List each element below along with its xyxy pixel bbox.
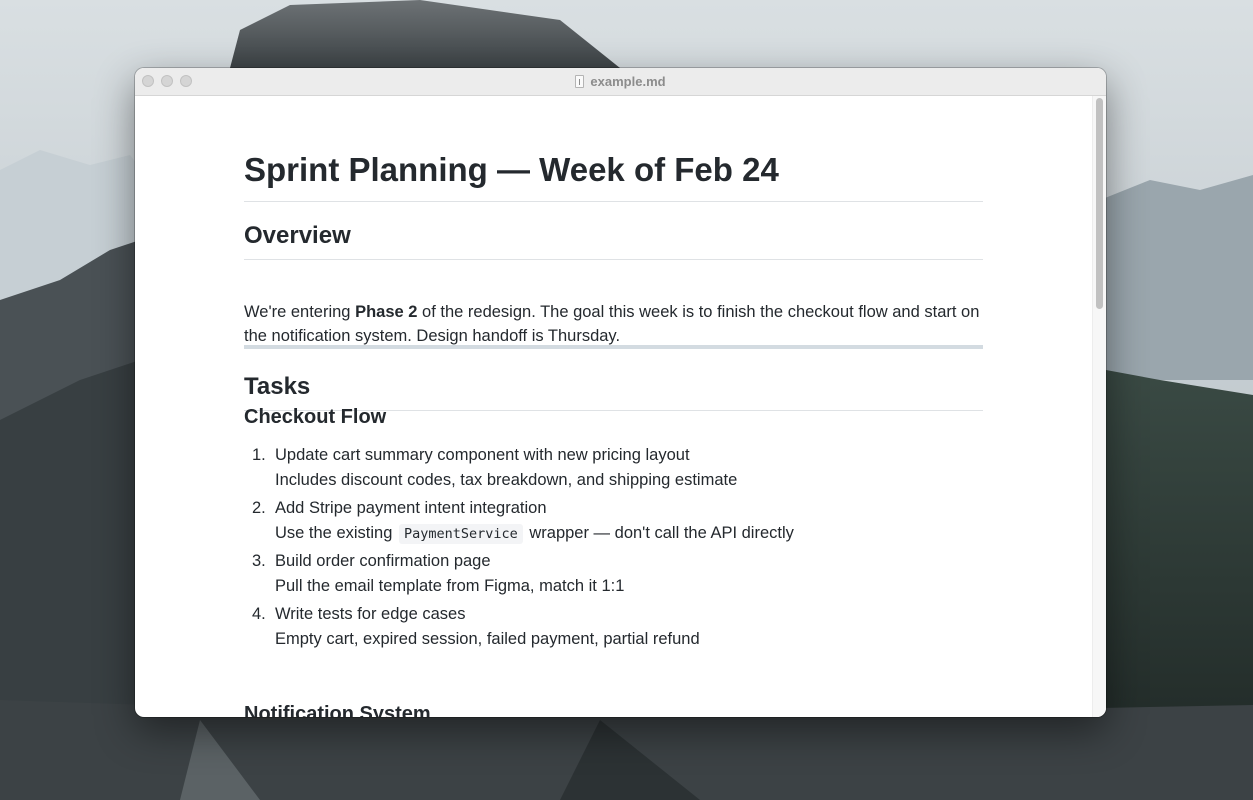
vertical-scrollbar[interactable]	[1092, 96, 1106, 717]
list-item-body: Add Stripe payment intent integration Us…	[275, 496, 975, 546]
list-item-number: 1.	[252, 446, 266, 464]
checkout-task-list: 1. Update cart summary component with ne…	[244, 443, 983, 655]
document-title: Sprint Planning — Week of Feb 24	[244, 150, 983, 202]
list-item-number: 3.	[252, 552, 266, 570]
list-item-title: Add Stripe payment intent integration	[275, 499, 547, 517]
window-title-group: example.md	[135, 68, 1106, 95]
list-item-number: 4.	[252, 605, 266, 623]
heading-overview: Overview	[244, 221, 983, 260]
list-item: 3. Build order confirmation page Pull th…	[244, 549, 983, 602]
horizontal-rule	[244, 345, 983, 349]
list-item-detail: Includes discount codes, tax breakdown, …	[275, 471, 738, 489]
heading-checkout-flow: Checkout Flow	[244, 406, 387, 428]
scrollbar-thumb[interactable]	[1096, 98, 1103, 309]
overview-bold-phase: Phase 2	[355, 303, 418, 321]
detail-text-start: Use the existing	[275, 524, 397, 542]
overview-paragraph: We're entering Phase 2 of the redesign. …	[244, 300, 983, 348]
title-bar[interactable]: example.md	[135, 68, 1106, 96]
heading-notification-system: Notification System	[244, 703, 431, 717]
overview-text-start: We're entering	[244, 303, 356, 321]
list-item-body: Build order confirmation page Pull the e…	[275, 549, 975, 599]
list-item: 2. Add Stripe payment intent integration…	[244, 496, 983, 549]
list-item-title: Update cart summary component with new p…	[275, 446, 690, 464]
list-item-detail: Empty cart, expired session, failed paym…	[275, 630, 700, 648]
detail-text-end: wrapper — don't call the API directly	[524, 524, 794, 542]
inline-code: PaymentService	[398, 524, 523, 544]
list-item-number: 2.	[252, 499, 266, 517]
list-item-title: Build order confirmation page	[275, 552, 491, 570]
list-item: 4. Write tests for edge cases Empty cart…	[244, 602, 983, 655]
markdown-preview-window: example.md Sprint Planning — Week of Feb…	[135, 68, 1106, 717]
list-item-detail: Pull the email template from Figma, matc…	[275, 577, 625, 595]
list-item-body: Update cart summary component with new p…	[275, 443, 975, 493]
window-title: example.md	[590, 74, 666, 89]
list-item-title: Write tests for edge cases	[275, 605, 466, 623]
list-item-body: Write tests for edge cases Empty cart, e…	[275, 602, 975, 652]
list-item: 1. Update cart summary component with ne…	[244, 443, 983, 496]
markdown-content[interactable]: Sprint Planning — Week of Feb 24 Overvie…	[244, 96, 983, 717]
document-icon	[575, 75, 585, 88]
list-item-detail: Use the existing PaymentService wrapper …	[275, 521, 975, 546]
